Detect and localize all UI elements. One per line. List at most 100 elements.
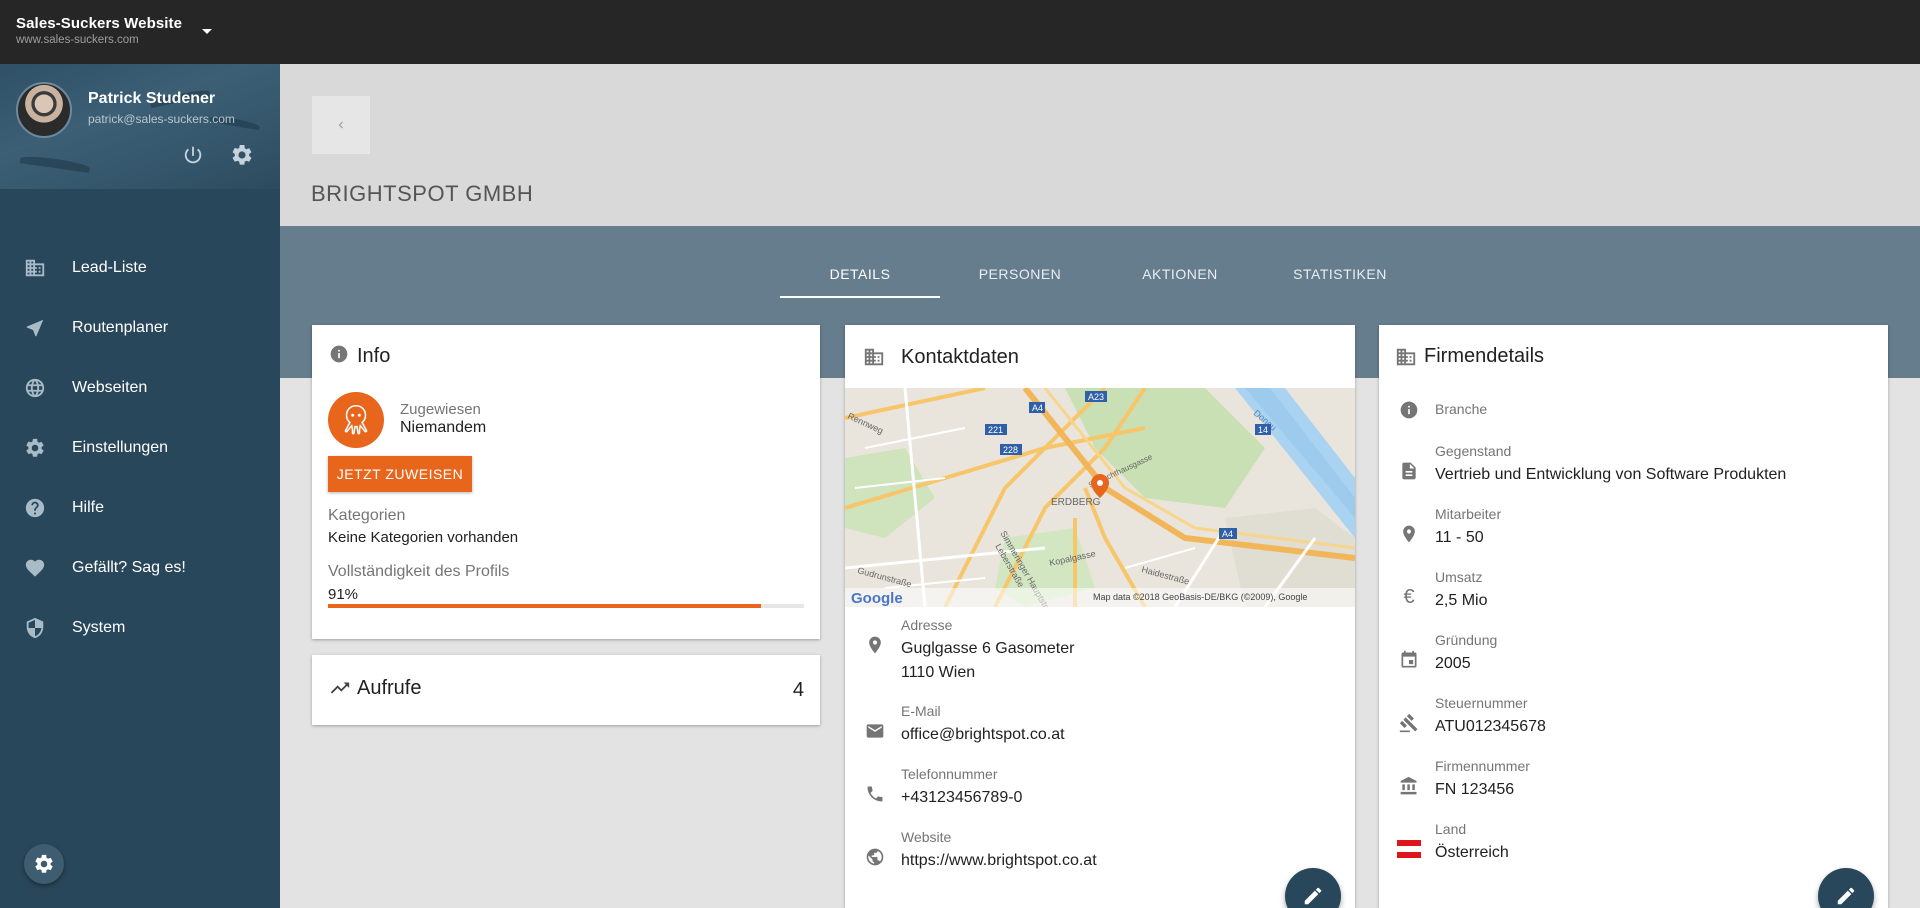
gavel-icon [1397, 711, 1421, 735]
caret-down-icon[interactable] [202, 29, 212, 34]
site-title: Sales-Suckers Website [16, 15, 183, 32]
views-card: Aufrufe 4 [312, 655, 820, 725]
tab-details[interactable]: DETAILS [780, 254, 940, 298]
address-line1: Guglgasse 6 Gasometer [901, 640, 1075, 657]
info-card: Info Zugewiesen Niemandem JETZT ZUWEISEN… [312, 325, 820, 639]
pencil-icon [1837, 887, 1855, 905]
trending-up-icon [329, 677, 351, 704]
row-label: Land [1435, 821, 1467, 837]
company-row-firmennummer: Firmennummer FN 123456 [1379, 758, 1888, 808]
tab-statistiken[interactable]: STATISTIKEN [1260, 254, 1420, 298]
completeness-progress-track [328, 604, 804, 608]
euro-icon: € [1403, 585, 1415, 608]
navigation-arrow-icon [0, 317, 72, 339]
info-icon [1397, 398, 1421, 422]
user-panel: Patrick Studener patrick@sales-suckers.c… [0, 64, 280, 189]
row-label: Gegenstand [1435, 443, 1512, 459]
card-title: Aufrufe [357, 677, 422, 699]
address-line2: 1110 Wien [901, 664, 976, 681]
google-logo: Google [851, 590, 903, 607]
card-title: Info [357, 345, 391, 367]
map-label: A23 [1088, 392, 1104, 402]
info-icon [329, 344, 349, 369]
map-label: 228 [1003, 445, 1018, 455]
completeness-label: Vollständigkeit des Profils [328, 563, 510, 580]
company-row-gegenstand: Gegenstand Vertrieb und Entwicklung von … [1379, 443, 1888, 493]
map-graphic: A23 A4 221 228 ERDBERG Rennweg Donau 14 … [845, 388, 1355, 607]
tab-bar: DETAILS PERSONEN AKTIONEN STATISTIKEN [780, 254, 1420, 298]
shield-icon [0, 617, 72, 639]
octopus-avatar [328, 392, 384, 448]
row-value: 2005 [1435, 655, 1471, 672]
back-button[interactable] [312, 96, 370, 154]
austria-flag-icon [1397, 837, 1421, 861]
sidebar-item-hilfe[interactable]: Hilfe [0, 478, 280, 538]
sidebar-item-label: Lead-Liste [72, 259, 147, 276]
gear-icon[interactable] [229, 142, 255, 168]
page-title: BRIGHTSPOT GMBH [311, 181, 534, 206]
phone-link[interactable]: +43123456789-0 [901, 789, 1022, 807]
user-name: Patrick Studener [88, 90, 216, 107]
sidebar-item-einstellungen[interactable]: Einstellungen [0, 418, 280, 478]
row-value: 11 - 50 [1435, 529, 1484, 546]
card-title: Firmendetails [1424, 345, 1545, 367]
page-header: BRIGHTSPOT GMBH [280, 64, 1920, 226]
company-row-umsatz: € Umsatz 2,5 Mio [1379, 569, 1888, 619]
background-bird [19, 154, 91, 173]
website-label: Website [901, 829, 952, 845]
power-icon[interactable] [180, 142, 206, 168]
address-row: Adresse Guglgasse 6 Gasometer 1110 Wien [845, 615, 1355, 681]
row-label: Mitarbeiter [1435, 506, 1502, 522]
map[interactable]: A23 A4 221 228 ERDBERG Rennweg Donau 14 … [845, 388, 1355, 607]
categories-label: Kategorien [328, 507, 406, 524]
phone-row: Telefonnummer +43123456789-0 [845, 766, 1355, 816]
building-icon [1395, 346, 1417, 373]
sidebar-item-lead-liste[interactable]: Lead-Liste [0, 238, 280, 298]
company-row-mitarbeiter: Mitarbeiter 11 - 50 [1379, 506, 1888, 556]
gear-icon [35, 854, 53, 873]
sidebar-item-system[interactable]: System [0, 598, 280, 658]
globe-icon [0, 377, 72, 399]
tab-aktionen[interactable]: AKTIONEN [1100, 254, 1260, 298]
row-label: Gründung [1435, 632, 1498, 648]
assigned-label: Zugewiesen [400, 401, 481, 418]
card-title: Kontaktdaten [901, 346, 1019, 368]
completeness-progress-fill [328, 604, 762, 608]
mail-icon [863, 719, 887, 743]
gear-icon [0, 437, 72, 459]
settings-fab[interactable] [24, 844, 64, 884]
building-icon [0, 257, 72, 279]
row-label: Branche [1435, 401, 1488, 417]
main-content: BRIGHTSPOT GMBH DETAILS PERSONEN AKTIONE… [280, 64, 1920, 908]
user-email: patrick@sales-suckers.com [88, 112, 235, 126]
sidebar-item-label: System [72, 619, 126, 636]
sidebar-item-label: Routenplaner [72, 319, 169, 336]
row-value: ATU012345678 [1435, 718, 1546, 735]
company-row-land: Land Österreich [1379, 821, 1888, 871]
sidebar-item-routenplaner[interactable]: Routenplaner [0, 298, 280, 358]
building-icon [863, 346, 885, 373]
heart-icon [0, 557, 72, 579]
company-details-card: Firmendetails Branche Gegenstand Vertrie… [1379, 325, 1888, 908]
avatar[interactable] [16, 82, 72, 138]
website-link[interactable]: https://www.brightspot.co.at [901, 852, 1097, 870]
sidebar-item-label: Gefällt? Sag es! [72, 559, 186, 576]
octopus-icon [344, 404, 368, 435]
location-pin-icon [1397, 522, 1421, 546]
map-label: 14 [1258, 425, 1268, 435]
site-switcher[interactable]: Sales-Suckers Website www.sales-suckers.… [16, 15, 182, 46]
row-value: Österreich [1435, 844, 1509, 861]
sidebar-item-webseiten[interactable]: Webseiten [0, 358, 280, 418]
pencil-icon [1304, 887, 1322, 905]
phone-icon [863, 782, 887, 806]
bank-icon [1397, 774, 1421, 798]
company-row-branche: Branche [1379, 398, 1888, 438]
row-value: Vertrieb und Entwicklung von Software Pr… [1435, 466, 1787, 483]
assign-now-button[interactable]: JETZT ZUWEISEN [328, 456, 472, 492]
email-link[interactable]: office@brightspot.co.at [901, 726, 1065, 744]
map-label: A4 [1032, 403, 1043, 413]
globe-icon [863, 845, 887, 869]
edit-company-button[interactable] [1818, 868, 1874, 908]
sidebar-item-feedback[interactable]: Gefällt? Sag es! [0, 538, 280, 598]
tab-personen[interactable]: PERSONEN [940, 254, 1100, 298]
